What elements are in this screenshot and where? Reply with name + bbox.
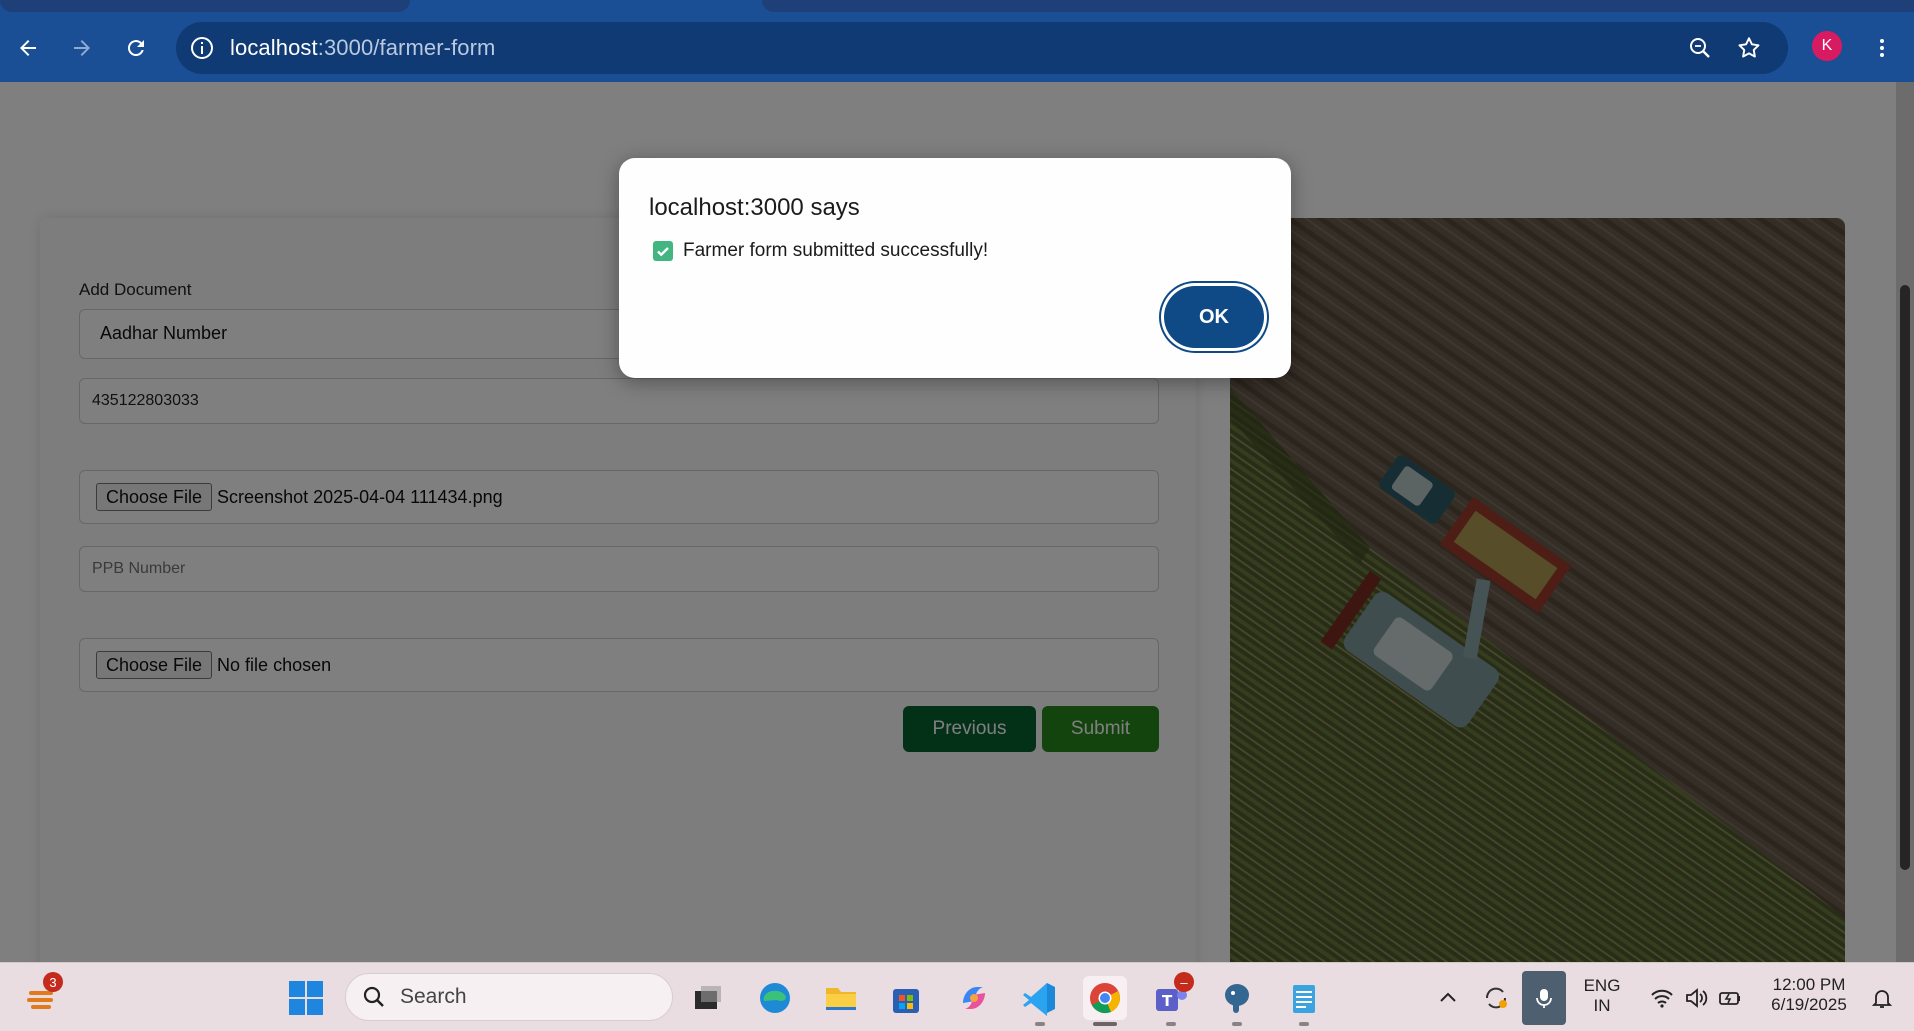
profile-avatar[interactable]: K <box>1812 31 1842 61</box>
clock-date: 6/19/2025 <box>1771 995 1847 1014</box>
task-view-icon <box>695 986 721 1009</box>
microsoft-store-icon <box>893 989 919 1013</box>
dialog-message-text: Farmer form submitted successfully! <box>683 240 989 261</box>
teams-app[interactable]: T – <box>1149 972 1194 1020</box>
language-indicator[interactable]: ENG IN <box>1578 976 1626 1016</box>
running-indicator <box>1093 1022 1117 1026</box>
task-view-button[interactable] <box>686 976 730 1020</box>
teams-busy-icon: – <box>1174 972 1194 992</box>
svg-text:T: T <box>1162 992 1173 1010</box>
reload-icon <box>127 40 144 57</box>
folder-icon <box>826 988 856 1010</box>
search-label: Search <box>400 985 467 1008</box>
show-hidden-icons-button[interactable] <box>1426 976 1470 1020</box>
bookmark-star-icon[interactable] <box>1736 35 1762 61</box>
widgets-button[interactable]: 3 <box>20 972 64 1020</box>
notification-bell-icon <box>1871 990 1893 1008</box>
browser-menu-button[interactable] <box>1862 28 1902 68</box>
microphone-icon <box>1536 989 1552 1008</box>
vscode-app[interactable] <box>1018 976 1062 1020</box>
url-path: :3000/farmer-form <box>317 35 496 60</box>
wifi-icon <box>1651 989 1673 1008</box>
windows-logo-icon <box>289 981 323 1015</box>
more-vertical-icon <box>1880 39 1884 57</box>
reload-button[interactable] <box>116 28 156 68</box>
alert-dialog: localhost:3000 says Farmer form submitte… <box>619 158 1291 378</box>
notepad-icon <box>1293 985 1315 1013</box>
modal-backdrop: localhost:3000 says Farmer form submitte… <box>0 82 1914 962</box>
tab-strip <box>0 0 1914 14</box>
sync-tray-button[interactable] <box>1474 976 1518 1020</box>
edge-browser-icon <box>760 983 790 1013</box>
running-indicator <box>1299 1022 1309 1026</box>
volume-icon <box>1686 988 1708 1008</box>
quick-settings-button[interactable] <box>1636 976 1756 1020</box>
copilot-icon <box>963 987 985 1009</box>
chrome-icon <box>1090 983 1120 1014</box>
back-button[interactable] <box>8 28 48 68</box>
file-explorer-app[interactable] <box>819 976 863 1020</box>
arrow-left-icon <box>20 40 36 56</box>
postgresql-app[interactable] <box>1215 976 1259 1020</box>
chevron-up-icon <box>1440 992 1456 1002</box>
clock-time: 12:00 PM <box>1772 975 1846 994</box>
vscode-icon <box>1023 983 1055 1016</box>
address-bar[interactable]: localhost:3000/farmer-form <box>176 22 1788 74</box>
url-text[interactable]: localhost:3000/farmer-form <box>230 35 496 61</box>
forward-button[interactable] <box>62 28 102 68</box>
battery-icon <box>1719 992 1740 1005</box>
url-host: localhost <box>230 35 318 60</box>
microphone-button[interactable] <box>1522 971 1566 1025</box>
dialog-message: Farmer form submitted successfully! <box>653 240 988 262</box>
region-code: IN <box>1593 996 1611 1015</box>
sync-icon <box>1485 987 1507 1009</box>
copilot-app[interactable] <box>952 976 996 1020</box>
check-mark-icon <box>653 241 673 261</box>
zoom-icon[interactable] <box>1688 36 1712 60</box>
arrow-right-icon <box>74 40 90 56</box>
notepad-app[interactable] <box>1282 976 1326 1020</box>
running-indicator <box>1166 1022 1176 1026</box>
search-icon <box>363 986 384 1007</box>
clock[interactable]: 12:00 PM 6/19/2025 <box>1762 975 1856 1015</box>
store-app[interactable] <box>884 976 928 1020</box>
taskbar-search[interactable]: Search <box>345 973 673 1021</box>
browser-toolbar: localhost:3000/farmer-form K <box>0 14 1914 82</box>
running-indicator <box>1035 1022 1045 1026</box>
postgresql-elephant-icon <box>1225 984 1249 1013</box>
dialog-title: localhost:3000 says <box>649 194 860 221</box>
chrome-app[interactable] <box>1083 976 1127 1020</box>
site-info-icon[interactable] <box>188 34 216 62</box>
browser-tab[interactable] <box>0 0 410 12</box>
running-indicator <box>1232 1022 1242 1026</box>
notifications-button[interactable] <box>1862 976 1902 1020</box>
browser-tab-active[interactable] <box>762 0 1914 12</box>
widgets-badge: 3 <box>43 972 63 992</box>
ok-button[interactable]: OK <box>1164 286 1264 348</box>
taskbar: 3 Search T – ENG IN 12:00 PM 6/19/2025 <box>0 962 1914 1031</box>
edge-app[interactable] <box>753 976 797 1020</box>
language-code: ENG <box>1583 976 1621 995</box>
start-button[interactable] <box>284 976 328 1020</box>
